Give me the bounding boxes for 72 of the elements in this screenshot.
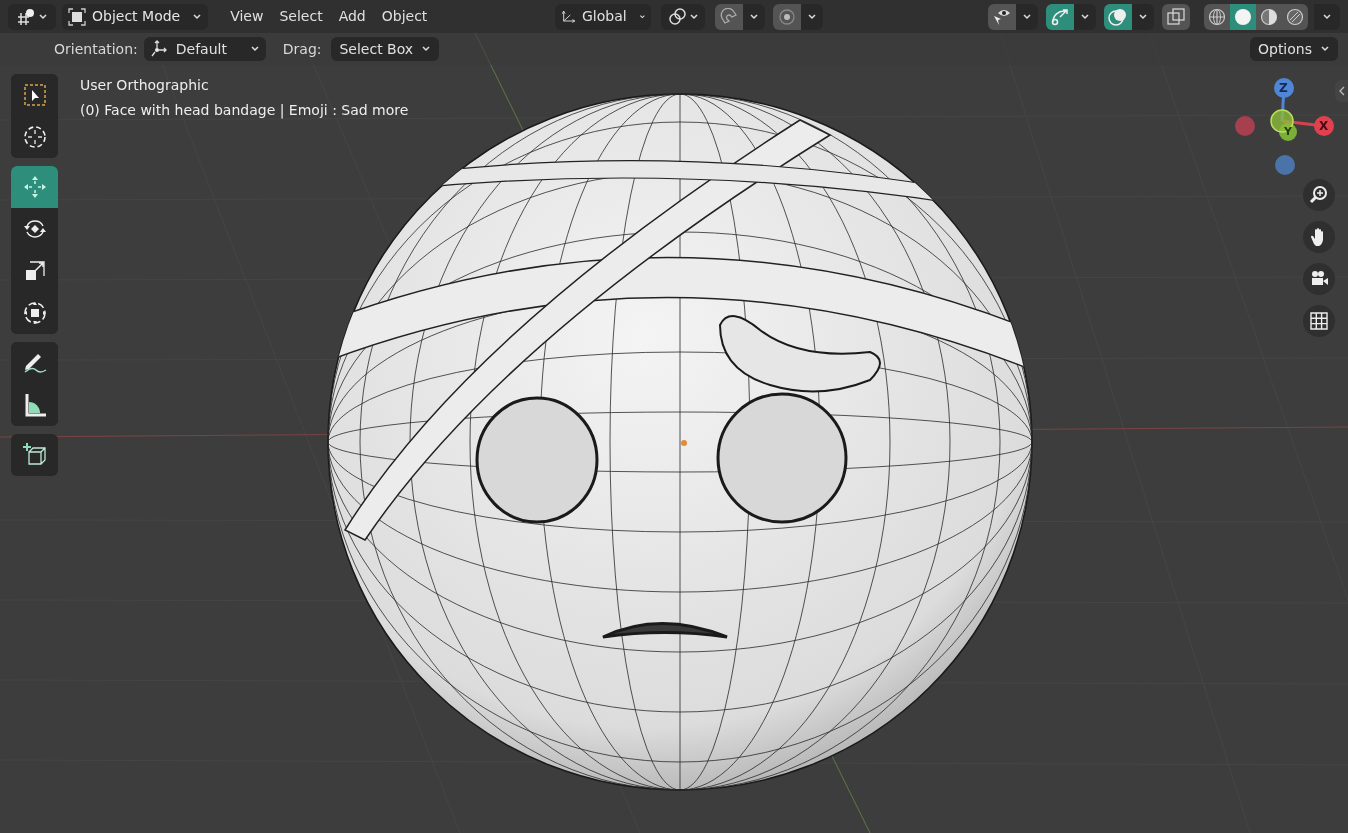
drag-label: Drag: bbox=[282, 39, 322, 59]
editor-type-dropdown[interactable] bbox=[8, 3, 56, 30]
viewport-icon bbox=[16, 7, 36, 26]
toggle-options-dropdown[interactable] bbox=[1074, 3, 1096, 30]
solid-shading-tab[interactable] bbox=[1230, 3, 1256, 30]
object-info: (0) Face with head bandage | Emoji : Sad more bbox=[80, 101, 409, 121]
origin-dot bbox=[681, 440, 687, 446]
caret-icon bbox=[1138, 11, 1148, 22]
xray-icon bbox=[1167, 7, 1185, 26]
pan-button[interactable] bbox=[1303, 221, 1335, 253]
solid-sphere-icon bbox=[1234, 7, 1252, 26]
proportional-editing-icon bbox=[778, 7, 797, 26]
rendered-shading-tab[interactable] bbox=[1282, 3, 1308, 30]
menu-item[interactable]: Object bbox=[373, 3, 436, 30]
menu-item[interactable]: Select bbox=[271, 3, 331, 30]
z-axis-label: Z bbox=[1279, 80, 1288, 97]
caret-icon bbox=[1320, 44, 1330, 54]
gizmo-icon bbox=[1050, 6, 1070, 27]
eye-icon bbox=[992, 7, 1012, 26]
toggle-options-dropdown[interactable] bbox=[801, 3, 824, 30]
caret-icon bbox=[807, 11, 818, 22]
material-shading-tab[interactable] bbox=[1256, 3, 1282, 30]
rendered-sphere-icon bbox=[1286, 7, 1304, 26]
grid-icon bbox=[1308, 310, 1330, 332]
caret-icon bbox=[689, 11, 700, 22]
zoom-button[interactable] bbox=[1303, 179, 1335, 211]
select-box-icon bbox=[21, 82, 48, 108]
wireframe-sphere-icon bbox=[1208, 7, 1226, 26]
menu-item[interactable]: Add bbox=[330, 3, 374, 30]
toggle-options-dropdown[interactable] bbox=[743, 3, 766, 30]
orientation-dropdown[interactable]: Default bbox=[143, 37, 266, 61]
proportional-toggle[interactable] bbox=[773, 3, 802, 30]
caret-icon bbox=[1022, 11, 1032, 22]
object-mode-icon bbox=[68, 7, 86, 26]
shading-options-dropdown[interactable] bbox=[1314, 3, 1340, 30]
caret-icon bbox=[192, 11, 203, 22]
link-icon bbox=[667, 6, 688, 27]
options-dropdown[interactable]: Options bbox=[1249, 37, 1338, 61]
caret-icon bbox=[421, 44, 432, 54]
cursor-icon bbox=[21, 124, 48, 150]
caret-icon bbox=[249, 44, 260, 54]
sidebar-toggle[interactable] bbox=[1335, 80, 1348, 102]
overlay-icon bbox=[1108, 6, 1128, 27]
x-axis-label: X bbox=[1319, 118, 1329, 135]
y-axis-label: Y bbox=[1284, 124, 1292, 140]
zoom-icon bbox=[1308, 184, 1330, 206]
wireframe-shading-tab[interactable] bbox=[1204, 3, 1230, 30]
camera-button[interactable] bbox=[1303, 263, 1335, 295]
caret-icon bbox=[1322, 11, 1332, 22]
pivot-point-dropdown[interactable] bbox=[661, 3, 706, 30]
overlay-toggle[interactable] bbox=[1104, 3, 1132, 30]
transform-icon bbox=[21, 300, 48, 326]
material-sphere-icon bbox=[1260, 7, 1278, 26]
toggle-options-dropdown[interactable] bbox=[1132, 3, 1154, 30]
visibility-toggle[interactable] bbox=[988, 3, 1016, 30]
view-name: User Orthographic bbox=[80, 76, 210, 95]
menu-item[interactable]: View bbox=[222, 3, 272, 30]
gizmo-toggle[interactable] bbox=[1046, 3, 1074, 30]
toggle-options-dropdown[interactable] bbox=[1016, 3, 1038, 30]
xray-toggle[interactable] bbox=[1162, 3, 1190, 30]
magnet-icon bbox=[720, 7, 739, 26]
caret-icon bbox=[1080, 11, 1090, 22]
orientation-label: Orientation: bbox=[54, 39, 138, 59]
mode-dropdown[interactable]: Object Mode bbox=[62, 3, 209, 30]
ortho-grid-button[interactable] bbox=[1303, 305, 1335, 337]
snap-toggle[interactable] bbox=[715, 3, 744, 30]
add-cube-icon bbox=[21, 442, 48, 468]
caret-icon bbox=[749, 11, 760, 22]
chevron-icon bbox=[1338, 86, 1345, 96]
caret-icon bbox=[38, 11, 48, 22]
drag-dropdown[interactable]: Select Box bbox=[331, 37, 440, 61]
transform-orientation-dropdown[interactable]: Global bbox=[555, 3, 652, 30]
